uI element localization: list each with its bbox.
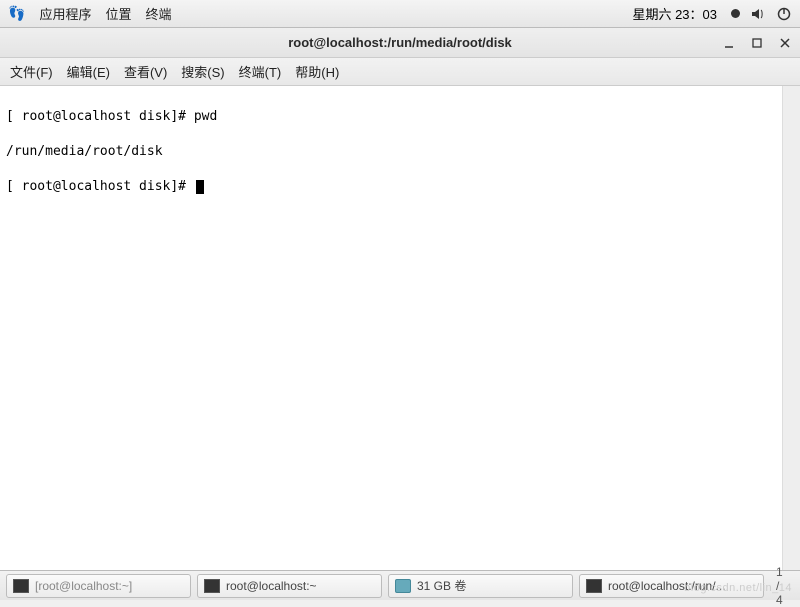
menu-help[interactable]: 帮助(H): [295, 62, 339, 81]
window-title: root@localhost:/run/media/root/disk: [0, 35, 800, 50]
terminal-icon: [586, 579, 602, 593]
terminal-line: [ root@localhost disk]# pwd: [6, 108, 776, 126]
power-icon[interactable]: [776, 6, 792, 22]
menu-terminal[interactable]: 终端(T): [239, 62, 282, 81]
panel-menu-applications[interactable]: 应用程序: [39, 4, 91, 23]
window-close-button[interactable]: [778, 36, 792, 50]
panel-menu-places[interactable]: 位置: [105, 4, 131, 23]
panel-menu-terminal[interactable]: 终端: [145, 4, 171, 23]
drive-icon: [395, 579, 411, 593]
command-text: pwd: [194, 109, 217, 124]
prompt: [ root@localhost disk]#: [6, 109, 194, 124]
taskbar: [root@localhost:~] root@localhost:~ 31 G…: [0, 570, 800, 600]
menu-edit[interactable]: 编辑(E): [67, 62, 110, 81]
menu-file[interactable]: 文件(F): [10, 62, 53, 81]
terminal-line: [ root@localhost disk]#: [6, 178, 776, 196]
window-titlebar: root@localhost:/run/media/root/disk: [0, 28, 800, 58]
window-maximize-button[interactable]: [750, 36, 764, 50]
top-panel: 👣 应用程序 位置 终端 星期六 23：03: [0, 0, 800, 28]
window-minimize-button[interactable]: [722, 36, 736, 50]
clock[interactable]: 星期六 23：03: [632, 4, 717, 23]
taskbar-item-terminal-1[interactable]: [root@localhost:~]: [6, 574, 191, 598]
prompt: [ root@localhost disk]#: [6, 179, 194, 194]
taskbar-item-label: root@localhost:~: [226, 579, 317, 593]
taskbar-item-label: [root@localhost:~]: [35, 579, 132, 593]
menu-search[interactable]: 搜索(S): [181, 62, 224, 81]
workspace-indicator[interactable]: 1 / 4: [770, 565, 794, 607]
menu-view[interactable]: 查看(V): [124, 62, 167, 81]
terminal-scrollbar[interactable]: [782, 86, 800, 570]
taskbar-item-terminal-3[interactable]: root@localhost:/run/...: [579, 574, 764, 598]
clock-dot-icon: [731, 9, 740, 18]
terminal-line: /run/media/root/disk: [6, 143, 776, 161]
taskbar-item-label: root@localhost:/run/...: [608, 579, 726, 593]
taskbar-item-terminal-2[interactable]: root@localhost:~: [197, 574, 382, 598]
terminal-icon: [204, 579, 220, 593]
volume-icon[interactable]: [750, 6, 766, 22]
menu-bar: 文件(F) 编辑(E) 查看(V) 搜索(S) 终端(T) 帮助(H): [0, 58, 800, 86]
cursor-icon: [196, 180, 204, 194]
taskbar-item-drive[interactable]: 31 GB 卷: [388, 574, 573, 598]
terminal-icon: [13, 579, 29, 593]
terminal-output[interactable]: [ root@localhost disk]# pwd /run/media/r…: [0, 86, 800, 570]
gnome-logo-icon: 👣: [8, 5, 25, 22]
taskbar-item-label: 31 GB 卷: [417, 577, 466, 594]
